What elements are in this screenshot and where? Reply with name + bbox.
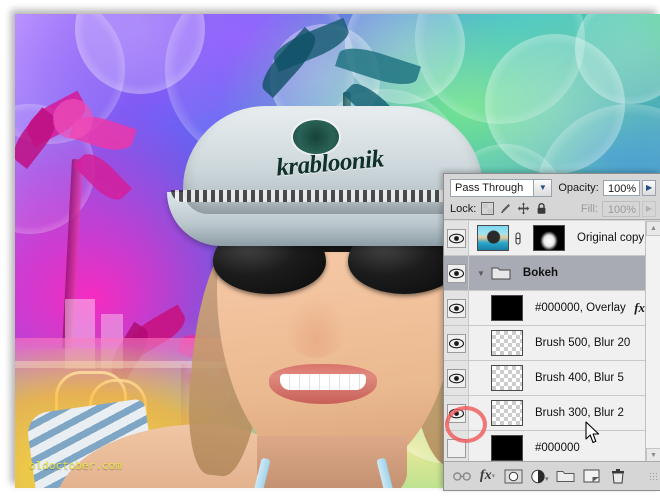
table-row[interactable]: ▼ Bokeh <box>444 256 660 291</box>
eye-icon[interactable] <box>446 298 466 318</box>
visibility-cell[interactable] <box>444 221 469 255</box>
layer-list[interactable]: Original copy ▼ Bokeh #000000, Overlay f… <box>444 221 660 463</box>
chevron-down-icon[interactable]: ▼ <box>533 179 552 196</box>
layer-thumbnail[interactable] <box>491 295 523 321</box>
eye-icon[interactable] <box>446 403 466 423</box>
visibility-cell[interactable] <box>444 431 469 463</box>
eye-icon[interactable] <box>446 368 466 388</box>
layer-name: #000000 <box>535 442 580 454</box>
delete-layer-icon[interactable] <box>606 465 629 487</box>
layers-panel-toolbar: fx ▾ ▾ <box>444 461 660 490</box>
lock-image-pixels-icon[interactable] <box>499 202 512 215</box>
visibility-cell[interactable] <box>444 361 469 395</box>
svg-text:▾: ▾ <box>545 476 549 483</box>
table-row[interactable]: Original copy <box>444 221 660 256</box>
eye-icon[interactable] <box>446 333 466 353</box>
table-row[interactable]: #000000, Overlay fx ▼ <box>444 291 660 326</box>
table-row[interactable]: Brush 500, Blur 20 <box>444 326 660 361</box>
teeth <box>279 374 367 390</box>
resize-grip[interactable] <box>649 471 658 481</box>
lock-position-icon[interactable] <box>517 202 530 215</box>
folder-icon[interactable] <box>491 265 511 281</box>
eye-icon[interactable] <box>446 228 466 248</box>
eye-icon[interactable] <box>446 263 466 283</box>
new-adjustment-layer-icon[interactable]: ▾ <box>528 465 551 487</box>
layer-mask-thumbnail[interactable] <box>533 225 565 251</box>
visibility-cell[interactable] <box>444 396 469 430</box>
layer-name: Brush 500, Blur 20 <box>535 337 631 349</box>
table-row[interactable]: #000000 <box>444 431 660 463</box>
visibility-cell[interactable] <box>444 326 469 360</box>
layer-thumbnail[interactable] <box>491 330 523 356</box>
lock-row: Lock: Fill: 100% ▶ <box>444 198 660 220</box>
layer-thumbnail[interactable] <box>491 400 523 426</box>
chevron-right-icon[interactable]: ▶ <box>642 200 656 217</box>
fill-label: Fill: <box>580 202 598 215</box>
watermark: oldoctober.com <box>29 459 122 472</box>
chevron-down-icon[interactable]: ▼ <box>477 269 485 278</box>
blend-opacity-row: Pass Through ▼ Opacity: 100% ▶ <box>444 174 660 198</box>
new-layer-icon[interactable] <box>580 465 603 487</box>
opacity-label: Opacity: <box>558 181 599 194</box>
layer-name: Brush 400, Blur 5 <box>535 372 624 384</box>
opacity-input[interactable]: 100% <box>602 179 641 196</box>
link-layers-icon[interactable] <box>450 465 473 487</box>
layer-thumbnail[interactable] <box>491 365 523 391</box>
lock-transparent-pixels-icon[interactable] <box>481 202 495 215</box>
layer-effects-fx-icon[interactable]: fx <box>634 300 645 316</box>
chevron-right-icon[interactable]: ▶ <box>642 179 656 196</box>
add-layer-mask-icon[interactable] <box>502 465 525 487</box>
blend-mode-select[interactable]: Pass Through ▼ <box>450 178 553 197</box>
layer-name: Brush 300, Blur 2 <box>535 407 624 419</box>
lock-label: Lock: <box>450 202 477 215</box>
layer-thumbnail[interactable] <box>477 225 509 251</box>
nose <box>285 296 347 358</box>
link-mask-icon[interactable] <box>513 231 523 245</box>
layer-style-fx-icon[interactable]: fx ▾ <box>476 465 499 487</box>
visibility-cell[interactable] <box>444 291 469 325</box>
blend-mode-value: Pass Through <box>455 181 524 194</box>
scrollbar-vertical[interactable]: ▲ ▼ <box>645 221 660 463</box>
fill-input[interactable]: 100% <box>602 200 640 217</box>
visibility-cell[interactable] <box>444 256 469 290</box>
table-row[interactable]: Brush 400, Blur 5 <box>444 361 660 396</box>
layer-name: #000000, Overlay <box>535 302 626 314</box>
lock-all-icon[interactable] <box>535 202 548 215</box>
canvas-stage: krabloonik oldoctober.com Pass Through ▼… <box>0 0 660 503</box>
eye-icon-off[interactable] <box>446 438 466 458</box>
layer-thumbnail[interactable] <box>491 435 523 461</box>
layers-panel: Pass Through ▼ Opacity: 100% ▶ Lock: Fil… <box>443 173 660 491</box>
layer-name: Bokeh <box>522 267 559 279</box>
new-group-icon[interactable] <box>554 465 577 487</box>
chevron-up-icon[interactable]: ▲ <box>646 221 660 236</box>
table-row[interactable]: Brush 300, Blur 2 <box>444 396 660 431</box>
